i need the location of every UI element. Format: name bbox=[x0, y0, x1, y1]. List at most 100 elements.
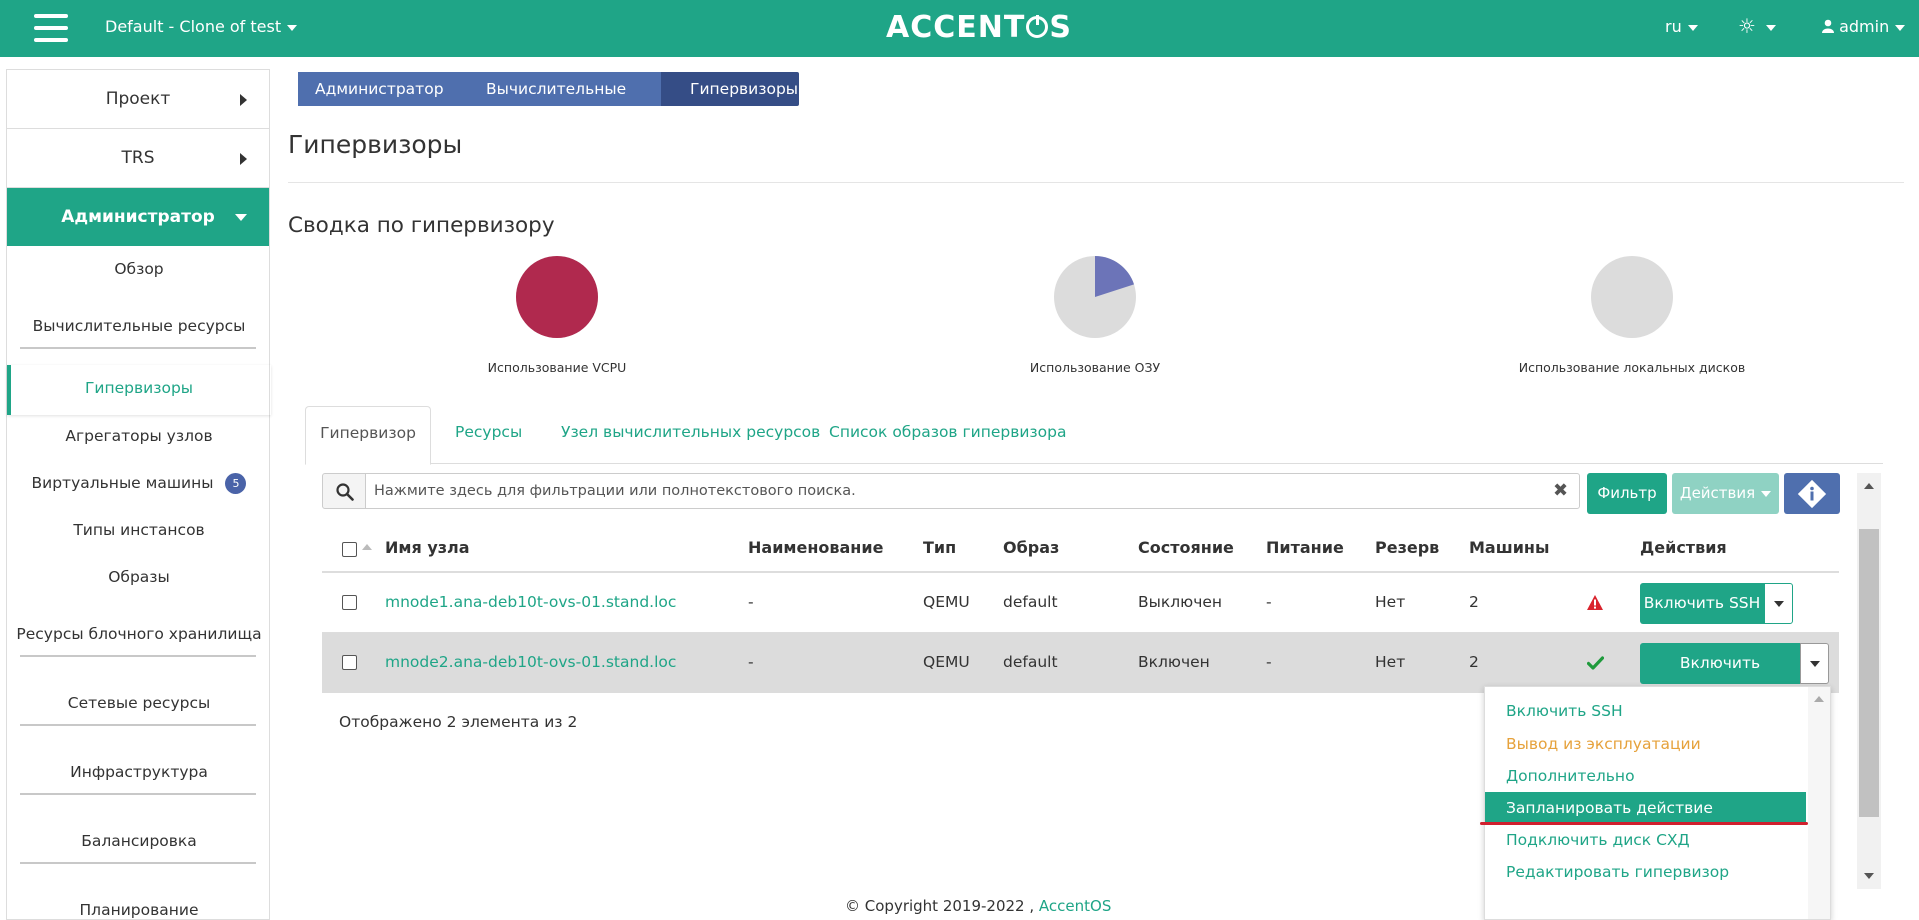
row-checkbox[interactable] bbox=[342, 655, 357, 670]
chevron-down-icon bbox=[287, 24, 298, 31]
column-node-name[interactable]: Имя узла bbox=[385, 538, 470, 557]
sidebar-item-balancing[interactable]: Балансировка bbox=[7, 832, 271, 850]
sidebar-item-compute[interactable]: Вычислительные ресурсы bbox=[7, 317, 271, 335]
breadcrumb-compute[interactable]: Вычислительные ресурсы bbox=[456, 72, 674, 132]
scroll-down-icon[interactable] bbox=[1864, 873, 1874, 879]
actions-label: Действия bbox=[1679, 484, 1756, 502]
breadcrumb-hypervisors: Гипервизоры bbox=[661, 72, 799, 106]
chevron-right-icon bbox=[240, 153, 247, 165]
menu-item-decommission[interactable]: Вывод из эксплуатации bbox=[1485, 728, 1806, 761]
sidebar-item-scheduling[interactable]: Планирование bbox=[7, 901, 271, 919]
tab-compute-node[interactable]: Узел вычислительных ресурсов bbox=[561, 406, 820, 465]
divider bbox=[20, 724, 256, 726]
menu-item-more[interactable]: Дополнительно bbox=[1485, 760, 1806, 793]
column-actions: Действия bbox=[1640, 538, 1727, 557]
divider bbox=[288, 182, 1904, 183]
user-menu[interactable]: admin bbox=[1822, 17, 1906, 36]
column-reserve[interactable]: Резерв bbox=[1375, 538, 1439, 557]
chevron-right-icon bbox=[240, 94, 247, 106]
sidebar-section-admin[interactable]: Администратор bbox=[7, 188, 269, 246]
breadcrumb-admin[interactable]: Администратор bbox=[298, 72, 468, 106]
scroll-up-icon[interactable] bbox=[1864, 483, 1874, 489]
sidebar-item-block-storage[interactable]: Ресурсы блочного хранилища bbox=[7, 625, 271, 643]
sidebar-section-label: Администратор bbox=[61, 207, 215, 227]
copyright: © Copyright 2019-2022 , AccentOS bbox=[845, 897, 1111, 915]
column-title[interactable]: Наименование bbox=[748, 538, 883, 557]
node-name-link[interactable]: mnode2.ana-deb10t-ovs-01.stand.loc bbox=[385, 653, 676, 671]
pie-slice-used bbox=[516, 256, 598, 338]
column-image[interactable]: Образ bbox=[1003, 538, 1059, 557]
row-actions-dropdown-toggle[interactable] bbox=[1764, 583, 1793, 624]
enable-ssh-button[interactable]: Включить SSH bbox=[1640, 583, 1764, 624]
image-cell: default bbox=[1003, 593, 1058, 611]
state-cell: Включен bbox=[1138, 653, 1210, 671]
sidebar-item-hypervisors[interactable]: Гипервизоры bbox=[7, 379, 271, 397]
sidebar-item-infrastructure[interactable]: Инфраструктура bbox=[7, 763, 271, 781]
machines-cell: 2 bbox=[1469, 653, 1479, 671]
sidebar-item-flavors[interactable]: Типы инстансов bbox=[7, 521, 271, 539]
tab-hypervisor[interactable]: Гипервизор bbox=[305, 406, 431, 465]
sidebar-item-host-aggregates[interactable]: Агрегаторы узлов bbox=[7, 427, 271, 445]
sidebar-section-project[interactable]: Проект bbox=[7, 70, 269, 129]
tab-hypervisor-images[interactable]: Список образов гипервизора bbox=[829, 406, 1067, 465]
sidebar-section-trs[interactable]: TRS bbox=[7, 129, 269, 188]
reserve-cell: Нет bbox=[1375, 653, 1406, 671]
warning-icon bbox=[1587, 595, 1603, 610]
node-name-link[interactable]: mnode1.ana-deb10t-ovs-01.stand.loc bbox=[385, 593, 676, 611]
state-cell: Выключен bbox=[1138, 593, 1223, 611]
select-all-checkbox[interactable] bbox=[342, 542, 357, 557]
title-cell: - bbox=[748, 653, 754, 671]
type-cell: QEMU bbox=[923, 653, 970, 671]
chevron-down-icon bbox=[1895, 24, 1906, 31]
divider bbox=[20, 347, 256, 349]
row-actions-dropdown-toggle[interactable] bbox=[1800, 643, 1829, 684]
row-checkbox[interactable] bbox=[342, 595, 357, 610]
tab-resources[interactable]: Ресурсы bbox=[455, 406, 522, 465]
search-icon-box[interactable] bbox=[322, 473, 366, 509]
info-button[interactable] bbox=[1784, 473, 1840, 514]
highlight-underline bbox=[1480, 822, 1808, 825]
copyright-text: © Copyright 2019-2022 , bbox=[845, 897, 1035, 915]
theme-selector[interactable]: ☼ bbox=[1738, 14, 1776, 38]
scrollbar-thumb[interactable] bbox=[1859, 529, 1879, 817]
column-power[interactable]: Питание bbox=[1266, 538, 1344, 557]
sidebar-item-overview[interactable]: Обзор bbox=[7, 260, 271, 278]
disk-usage-label: Использование локальных дисков bbox=[1518, 360, 1746, 375]
project-label: Default - Clone of test bbox=[105, 17, 282, 36]
power-cell: - bbox=[1266, 653, 1272, 671]
menu-item-enable-ssh[interactable]: Включить SSH bbox=[1485, 695, 1806, 728]
column-machines[interactable]: Машины bbox=[1469, 538, 1549, 557]
clear-icon[interactable]: ✖ bbox=[1553, 480, 1568, 501]
sun-icon: ☼ bbox=[1738, 14, 1756, 38]
hamburger-menu-icon[interactable] bbox=[34, 14, 68, 42]
language-label: ru bbox=[1665, 17, 1682, 36]
enable-nodesafe-button[interactable]: Включить NodeSafe bbox=[1640, 643, 1800, 713]
scroll-up-icon[interactable] bbox=[1814, 696, 1824, 702]
brand-link[interactable]: AccentOS bbox=[1039, 897, 1111, 915]
top-bar: Default - Clone of test ACCENT S ru ☼ adm… bbox=[0, 0, 1919, 57]
summary-title: Сводка по гипервизору bbox=[288, 213, 555, 238]
row-actions-menu: Включить SSH Вывод из эксплуатации Допол… bbox=[1484, 686, 1831, 920]
search-input[interactable] bbox=[365, 473, 1580, 509]
menu-item-edit-hypervisor[interactable]: Редактировать гипервизор bbox=[1485, 856, 1806, 889]
table-row: mnode1.ana-deb10t-ovs-01.stand.loc - QEM… bbox=[322, 573, 1839, 633]
language-selector[interactable]: ru bbox=[1665, 17, 1698, 36]
page-scrollbar[interactable] bbox=[1857, 473, 1881, 889]
check-icon bbox=[1587, 656, 1604, 670]
menu-item-schedule-action[interactable]: Запланировать действие bbox=[1485, 792, 1806, 825]
sidebar-item-images[interactable]: Образы bbox=[7, 568, 271, 586]
sidebar-item-network[interactable]: Сетевые ресурсы bbox=[7, 694, 271, 712]
vcpu-usage-label: Использование VCPU bbox=[487, 360, 627, 375]
user-icon bbox=[1822, 19, 1834, 33]
logo: ACCENT S bbox=[886, 10, 1072, 45]
filter-button[interactable]: Фильтр bbox=[1587, 473, 1667, 514]
menu-item-attach-storage-disk[interactable]: Подключить диск СХД bbox=[1485, 824, 1806, 857]
column-state[interactable]: Состояние bbox=[1138, 538, 1234, 557]
sort-asc-icon[interactable] bbox=[362, 544, 372, 550]
actions-button[interactable]: Действия bbox=[1672, 473, 1779, 514]
column-type[interactable]: Тип bbox=[923, 538, 956, 557]
sidebar-item-instances[interactable]: Виртуальные машины 5 bbox=[7, 473, 271, 494]
chevron-down-icon bbox=[1687, 24, 1698, 31]
menu-scrollbar[interactable] bbox=[1808, 687, 1830, 919]
project-selector[interactable]: Default - Clone of test bbox=[105, 17, 298, 36]
